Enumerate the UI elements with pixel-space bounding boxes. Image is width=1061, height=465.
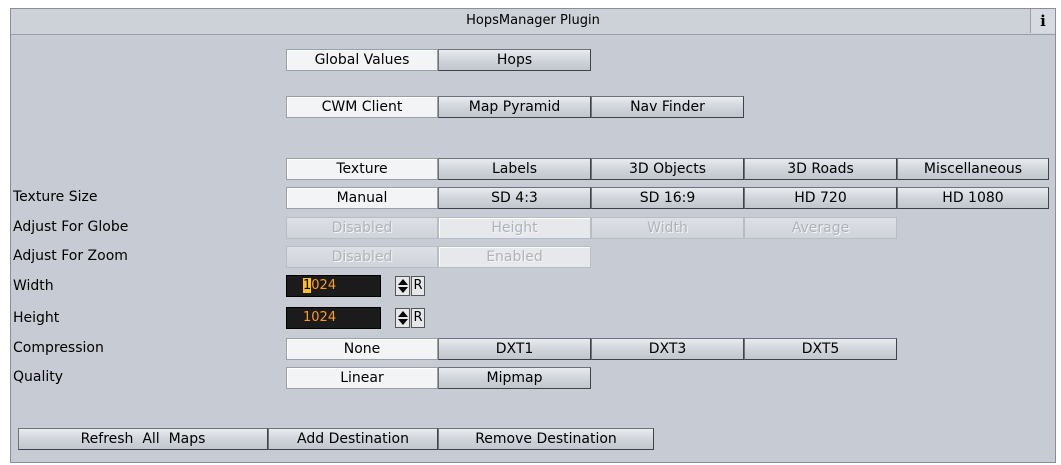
tab-3d-roads[interactable]: 3D Roads xyxy=(744,158,897,180)
adjust-globe-average[interactable]: Average xyxy=(744,217,897,239)
compression-dxt3[interactable]: DXT3 xyxy=(591,338,744,360)
height-reset-button[interactable]: R xyxy=(411,308,425,328)
info-button[interactable]: i xyxy=(1030,9,1055,33)
tab-map-pyramid[interactable]: Map Pyramid xyxy=(438,96,591,118)
compression-none[interactable]: None xyxy=(286,338,438,360)
adjust-globe-label: Adjust For Globe xyxy=(13,219,129,235)
title-bar: HopsManager Plugin i xyxy=(11,9,1055,35)
adjust-globe-disabled[interactable]: Disabled xyxy=(286,217,438,239)
width-reset-button[interactable]: R xyxy=(411,276,425,296)
height-spinner[interactable] xyxy=(395,308,410,328)
width-label: Width xyxy=(13,278,54,294)
adjust-zoom-disabled[interactable]: Disabled xyxy=(286,246,438,268)
spin-up-arrow-icon xyxy=(398,279,408,285)
texture-size-sd-4-3[interactable]: SD 4:3 xyxy=(438,187,591,209)
texture-size-hd-720[interactable]: HD 720 xyxy=(744,187,897,209)
texture-size-manual[interactable]: Manual xyxy=(286,187,438,209)
tab-miscellaneous[interactable]: Miscellaneous xyxy=(897,158,1049,180)
compression-dxt1[interactable]: DXT1 xyxy=(438,338,591,360)
height-input[interactable]: 1024 xyxy=(286,307,381,329)
tab-nav-finder[interactable]: Nav Finder xyxy=(591,96,744,118)
width-spinner[interactable] xyxy=(395,276,410,296)
remove-destination-button[interactable]: Remove Destination xyxy=(438,428,654,450)
texture-size-sd-16-9[interactable]: SD 16:9 xyxy=(591,187,744,209)
texture-size-hd-1080[interactable]: HD 1080 xyxy=(897,187,1049,209)
texture-size-label: Texture Size xyxy=(13,189,98,205)
width-input[interactable]: 1024 xyxy=(286,275,381,297)
refresh-all-maps-button[interactable]: Refresh All Maps xyxy=(18,428,268,450)
adjust-globe-height[interactable]: Height xyxy=(438,217,591,239)
compression-dxt5[interactable]: DXT5 xyxy=(744,338,897,360)
panel-title: HopsManager Plugin xyxy=(466,13,600,28)
tab-cwm-client[interactable]: CWM Client xyxy=(286,96,438,118)
tab-texture[interactable]: Texture xyxy=(286,158,438,180)
height-label: Height xyxy=(13,310,60,326)
compression-label: Compression xyxy=(13,340,104,356)
tab-labels[interactable]: Labels xyxy=(438,158,591,180)
quality-linear[interactable]: Linear xyxy=(286,367,438,389)
quality-label: Quality xyxy=(13,369,64,385)
quality-mipmap[interactable]: Mipmap xyxy=(438,367,591,389)
adjust-globe-width[interactable]: Width xyxy=(591,217,744,239)
adjust-zoom-label: Adjust For Zoom xyxy=(13,248,128,264)
spin-down-arrow-icon xyxy=(398,287,408,293)
add-destination-button[interactable]: Add Destination xyxy=(268,428,438,450)
spin-up-arrow-icon xyxy=(398,311,408,317)
adjust-zoom-enabled[interactable]: Enabled xyxy=(438,246,591,268)
spin-down-arrow-icon xyxy=(398,319,408,325)
width-input-rest: 024 xyxy=(311,278,337,293)
tab-hops[interactable]: Hops xyxy=(438,49,591,71)
tab-3d-objects[interactable]: 3D Objects xyxy=(591,158,744,180)
tab-global-values[interactable]: Global Values xyxy=(286,49,438,71)
